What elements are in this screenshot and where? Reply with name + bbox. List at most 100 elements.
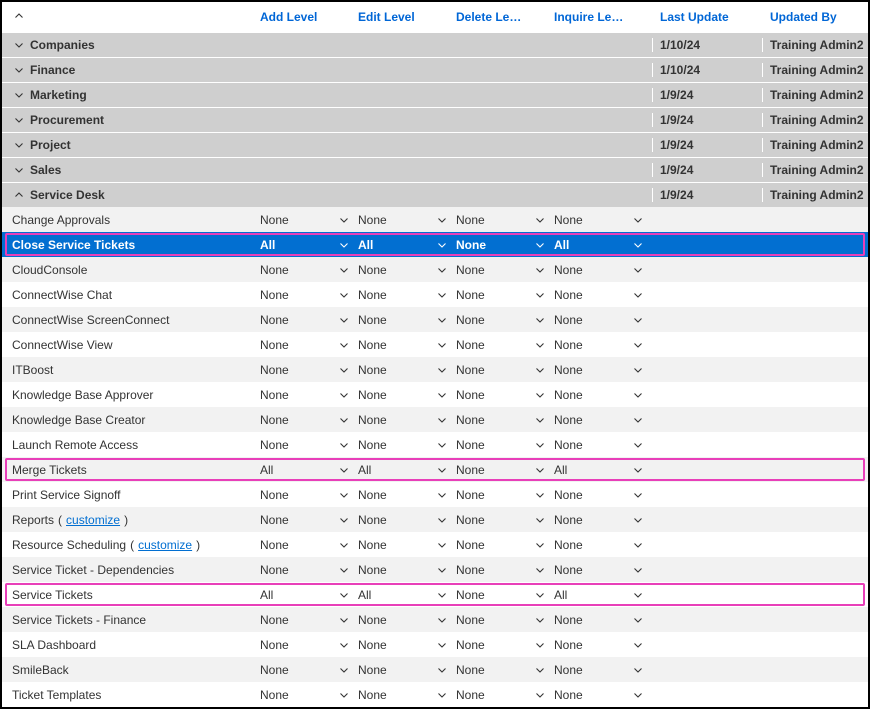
- customize-link[interactable]: customize: [138, 538, 192, 552]
- level-dropdown-toggle[interactable]: [330, 438, 358, 452]
- level-dropdown-toggle[interactable]: [624, 538, 652, 552]
- table-row[interactable]: SLA DashboardNoneNoneNoneNone: [2, 632, 868, 657]
- level-dropdown-toggle[interactable]: [526, 363, 554, 377]
- level-dropdown-toggle[interactable]: [428, 338, 456, 352]
- level-dropdown-toggle[interactable]: [526, 613, 554, 627]
- group-row[interactable]: Marketing1/9/24Training Admin2: [2, 82, 868, 107]
- level-dropdown-toggle[interactable]: [428, 688, 456, 702]
- level-dropdown-toggle[interactable]: [428, 538, 456, 552]
- table-row[interactable]: Merge TicketsAllAllNoneAll: [2, 457, 868, 482]
- level-dropdown-toggle[interactable]: [428, 388, 456, 402]
- level-dropdown-toggle[interactable]: [428, 663, 456, 677]
- level-dropdown-toggle[interactable]: [526, 338, 554, 352]
- table-row[interactable]: ITBoostNoneNoneNoneNone: [2, 357, 868, 382]
- level-dropdown-toggle[interactable]: [330, 463, 358, 477]
- level-dropdown-toggle[interactable]: [624, 563, 652, 577]
- group-row[interactable]: Service Desk1/9/24Training Admin2: [2, 182, 868, 207]
- level-dropdown-toggle[interactable]: [428, 563, 456, 577]
- level-dropdown-toggle[interactable]: [428, 638, 456, 652]
- level-dropdown-toggle[interactable]: [624, 463, 652, 477]
- level-dropdown-toggle[interactable]: [330, 363, 358, 377]
- level-dropdown-toggle[interactable]: [330, 663, 358, 677]
- header-updated-by[interactable]: Updated By: [762, 10, 868, 24]
- level-dropdown-toggle[interactable]: [526, 263, 554, 277]
- table-row[interactable]: Ticket TemplatesNoneNoneNoneNone: [2, 682, 868, 707]
- level-dropdown-toggle[interactable]: [526, 288, 554, 302]
- level-dropdown-toggle[interactable]: [428, 238, 456, 252]
- level-dropdown-toggle[interactable]: [624, 488, 652, 502]
- level-dropdown-toggle[interactable]: [624, 413, 652, 427]
- table-row[interactable]: Knowledge Base CreatorNoneNoneNoneNone: [2, 407, 868, 432]
- level-dropdown-toggle[interactable]: [330, 513, 358, 527]
- level-dropdown-toggle[interactable]: [330, 488, 358, 502]
- level-dropdown-toggle[interactable]: [526, 638, 554, 652]
- table-row[interactable]: Service Tickets - FinanceNoneNoneNoneNon…: [2, 607, 868, 632]
- chevron-down-icon[interactable]: [12, 138, 26, 152]
- header-edit[interactable]: Edit Level: [358, 10, 428, 24]
- level-dropdown-toggle[interactable]: [428, 438, 456, 452]
- table-row[interactable]: ConnectWise ViewNoneNoneNoneNone: [2, 332, 868, 357]
- level-dropdown-toggle[interactable]: [330, 613, 358, 627]
- level-dropdown-toggle[interactable]: [428, 513, 456, 527]
- group-row[interactable]: Finance1/10/24Training Admin2: [2, 57, 868, 82]
- header-add[interactable]: Add Level: [260, 10, 330, 24]
- level-dropdown-toggle[interactable]: [428, 613, 456, 627]
- level-dropdown-toggle[interactable]: [624, 238, 652, 252]
- level-dropdown-toggle[interactable]: [526, 388, 554, 402]
- level-dropdown-toggle[interactable]: [624, 588, 652, 602]
- level-dropdown-toggle[interactable]: [330, 338, 358, 352]
- level-dropdown-toggle[interactable]: [428, 413, 456, 427]
- level-dropdown-toggle[interactable]: [526, 663, 554, 677]
- level-dropdown-toggle[interactable]: [428, 213, 456, 227]
- level-dropdown-toggle[interactable]: [428, 463, 456, 477]
- table-row[interactable]: Service TicketsAllAllNoneAll: [2, 582, 868, 607]
- table-row[interactable]: Reports (customize)NoneNoneNoneNone: [2, 507, 868, 532]
- level-dropdown-toggle[interactable]: [428, 263, 456, 277]
- header-delete[interactable]: Delete Level: [456, 10, 526, 24]
- level-dropdown-toggle[interactable]: [624, 213, 652, 227]
- level-dropdown-toggle[interactable]: [624, 388, 652, 402]
- table-row[interactable]: Close Service TicketsAllAllNoneAll: [2, 232, 868, 257]
- level-dropdown-toggle[interactable]: [624, 363, 652, 377]
- level-dropdown-toggle[interactable]: [624, 688, 652, 702]
- level-dropdown-toggle[interactable]: [526, 538, 554, 552]
- level-dropdown-toggle[interactable]: [428, 488, 456, 502]
- level-dropdown-toggle[interactable]: [330, 538, 358, 552]
- chevron-down-icon[interactable]: [12, 38, 26, 52]
- level-dropdown-toggle[interactable]: [526, 313, 554, 327]
- level-dropdown-toggle[interactable]: [330, 313, 358, 327]
- group-row[interactable]: Procurement1/9/24Training Admin2: [2, 107, 868, 132]
- level-dropdown-toggle[interactable]: [428, 588, 456, 602]
- table-row[interactable]: Service Ticket - DependenciesNoneNoneNon…: [2, 557, 868, 582]
- level-dropdown-toggle[interactable]: [526, 213, 554, 227]
- level-dropdown-toggle[interactable]: [624, 613, 652, 627]
- customize-link[interactable]: customize: [66, 513, 120, 527]
- level-dropdown-toggle[interactable]: [526, 688, 554, 702]
- table-row[interactable]: Print Service SignoffNoneNoneNoneNone: [2, 482, 868, 507]
- group-row[interactable]: Sales1/9/24Training Admin2: [2, 157, 868, 182]
- chevron-up-icon[interactable]: [12, 9, 26, 23]
- table-row[interactable]: CloudConsoleNoneNoneNoneNone: [2, 257, 868, 282]
- table-row[interactable]: Change ApprovalsNoneNoneNoneNone: [2, 207, 868, 232]
- level-dropdown-toggle[interactable]: [526, 438, 554, 452]
- level-dropdown-toggle[interactable]: [330, 388, 358, 402]
- level-dropdown-toggle[interactable]: [526, 513, 554, 527]
- table-row[interactable]: ConnectWise ScreenConnectNoneNoneNoneNon…: [2, 307, 868, 332]
- level-dropdown-toggle[interactable]: [428, 363, 456, 377]
- level-dropdown-toggle[interactable]: [526, 588, 554, 602]
- level-dropdown-toggle[interactable]: [330, 238, 358, 252]
- level-dropdown-toggle[interactable]: [624, 338, 652, 352]
- level-dropdown-toggle[interactable]: [624, 438, 652, 452]
- table-row[interactable]: Launch Remote AccessNoneNoneNoneNone: [2, 432, 868, 457]
- level-dropdown-toggle[interactable]: [330, 563, 358, 577]
- level-dropdown-toggle[interactable]: [330, 263, 358, 277]
- level-dropdown-toggle[interactable]: [428, 288, 456, 302]
- level-dropdown-toggle[interactable]: [624, 313, 652, 327]
- level-dropdown-toggle[interactable]: [428, 313, 456, 327]
- level-dropdown-toggle[interactable]: [330, 213, 358, 227]
- chevron-down-icon[interactable]: [12, 88, 26, 102]
- chevron-down-icon[interactable]: [12, 63, 26, 77]
- table-row[interactable]: ConnectWise ChatNoneNoneNoneNone: [2, 282, 868, 307]
- chevron-down-icon[interactable]: [12, 113, 26, 127]
- table-row[interactable]: SmileBackNoneNoneNoneNone: [2, 657, 868, 682]
